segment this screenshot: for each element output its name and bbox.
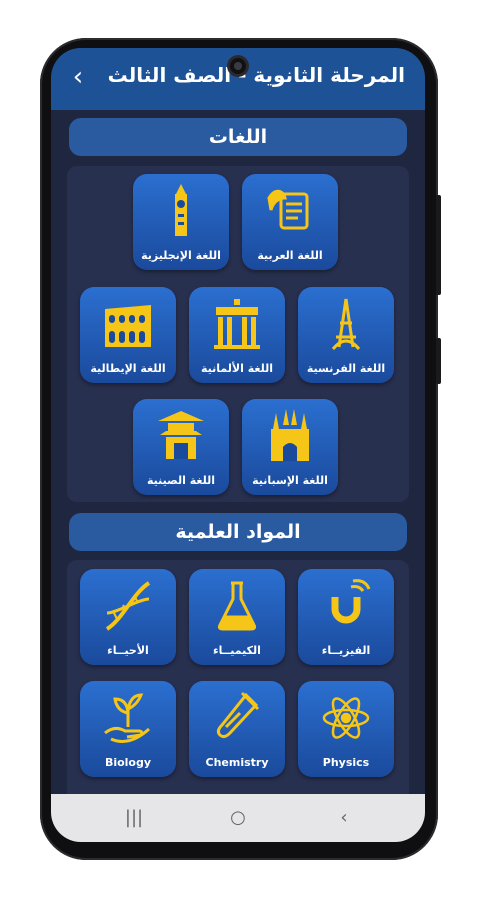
tile-label: اللغة الألمانية — [201, 362, 273, 375]
eiffel-tower-icon — [331, 298, 361, 350]
tile-german[interactable]: اللغة الألمانية — [189, 287, 285, 383]
content-scroll[interactable]: اللغات اللغة العربية اللغة الإنجليزية ال… — [51, 110, 425, 794]
tile-label: اللغة العربية — [257, 249, 323, 262]
tile-physics-en[interactable]: Physics — [298, 681, 394, 777]
recent-apps-icon[interactable]: ||| — [119, 806, 149, 830]
tile-label: الأحيــاء — [107, 644, 149, 657]
screen: ‹ المرحلة الثانوية - الصف الثالث اللغات … — [51, 48, 425, 842]
system-back-icon[interactable]: ‹ — [329, 806, 359, 830]
test-tube-icon — [216, 691, 260, 739]
flask-icon — [217, 581, 257, 631]
tile-biology-ar[interactable]: الأحيــاء — [80, 569, 176, 665]
big-ben-icon — [175, 184, 187, 236]
tile-chinese[interactable]: اللغة الصينية — [133, 399, 229, 495]
magnet-icon — [331, 579, 371, 624]
tile-label: اللغة الإسبانية — [252, 474, 328, 487]
sagrada-familia-icon — [271, 409, 309, 461]
volume-button — [436, 338, 441, 384]
home-icon[interactable]: ○ — [223, 806, 253, 830]
system-nav-bar: ||| ○ ‹ — [51, 794, 425, 842]
tile-label: اللغة الإنجليزية — [141, 249, 221, 262]
atom-icon — [322, 697, 370, 739]
scroll-quill-icon — [267, 189, 309, 230]
pagoda-icon — [158, 411, 204, 459]
tile-label: Chemistry — [205, 756, 269, 769]
tile-label: اللغة الصينية — [147, 474, 215, 487]
brandenburg-gate-icon — [214, 299, 260, 349]
dna-icon — [105, 581, 151, 631]
tile-arabic[interactable]: اللغة العربية — [242, 174, 338, 270]
tile-biology-en[interactable]: Biology — [80, 681, 176, 777]
tile-label: Physics — [322, 756, 370, 769]
tile-spanish[interactable]: اللغة الإسبانية — [242, 399, 338, 495]
tile-label: الفيزيــاء — [321, 644, 371, 657]
chevron-left-icon[interactable]: ‹ — [63, 62, 93, 92]
tile-chemistry-en[interactable]: Chemistry — [189, 681, 285, 777]
tile-label: اللغة الفرنسية — [306, 362, 386, 375]
tile-physics-ar[interactable]: الفيزيــاء — [298, 569, 394, 665]
colosseum-icon — [105, 305, 151, 347]
section-header-languages: اللغات — [69, 118, 407, 156]
front-camera — [230, 58, 246, 74]
power-button — [436, 195, 441, 295]
section-header-sciences: المواد العلمية — [69, 513, 407, 551]
tile-french[interactable]: اللغة الفرنسية — [298, 287, 394, 383]
tile-label: Biology — [104, 756, 152, 769]
tile-label: اللغة الإيطالية — [90, 362, 166, 375]
tile-italian[interactable]: اللغة الإيطالية — [80, 287, 176, 383]
page-title: المرحلة الثانوية - الصف الثالث — [107, 63, 405, 87]
tile-english[interactable]: اللغة الإنجليزية — [133, 174, 229, 270]
plant-hand-icon — [104, 693, 151, 743]
tile-chemistry-ar[interactable]: الكيميــاء — [189, 569, 285, 665]
tile-label: الكيميــاء — [213, 644, 261, 657]
